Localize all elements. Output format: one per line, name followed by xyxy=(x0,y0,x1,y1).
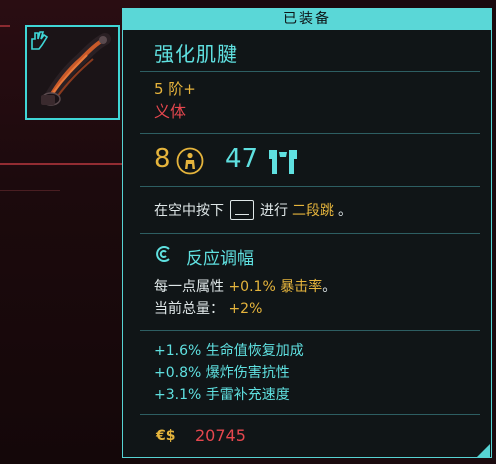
panel-corner-decoration xyxy=(476,444,490,458)
attribute-requirement-value: 8 xyxy=(154,144,171,174)
ability-description: 在空中按下 进行 二段跳。 xyxy=(154,200,352,220)
item-tier: 5 阶+ xyxy=(154,80,196,98)
divider xyxy=(140,330,480,331)
ability-highlight: 二段跳 xyxy=(292,203,334,219)
item-thumbnail[interactable] xyxy=(25,25,120,120)
divider xyxy=(140,414,480,415)
item-name: 强化肌腱 xyxy=(154,42,238,66)
capacity-value: 47 xyxy=(225,144,259,174)
ability-text: 。 xyxy=(338,203,352,219)
eurodollar-icon: €$ xyxy=(156,428,176,444)
body-attribute-icon xyxy=(176,147,204,175)
hand-slot-icon xyxy=(31,31,49,50)
stat-bonus: +0.8% 爆炸伤害抗性 xyxy=(154,365,290,381)
equipped-status-tab: 已装备 xyxy=(122,8,492,30)
divider xyxy=(140,186,480,187)
cyberware-capacity-icon xyxy=(269,150,297,174)
mod-text: 。 xyxy=(322,279,337,295)
background-accent-line xyxy=(0,25,10,27)
divider xyxy=(140,233,480,234)
mod-slot-icon xyxy=(156,246,170,262)
mod-text: 当前总量： xyxy=(154,301,224,317)
mod-value: +2% xyxy=(228,301,263,317)
ability-text: 进行 xyxy=(260,203,288,219)
stat-bonus: +1.6% 生命值恢复加成 xyxy=(154,343,304,359)
divider xyxy=(140,71,480,72)
background-accent-line xyxy=(0,163,122,165)
spacebar-key-icon xyxy=(230,200,254,220)
background-accent-line xyxy=(0,190,60,191)
item-category: 义体 xyxy=(154,102,187,121)
item-price: 20745 xyxy=(195,426,246,445)
mod-total-line: 当前总量： +2% xyxy=(154,298,262,318)
mod-effect-line: 每一点属性 +0.1% 暴击率。 xyxy=(154,276,336,296)
ability-text: 在空中按下 xyxy=(154,203,224,219)
mod-stat: 暴击率 xyxy=(280,279,323,295)
mod-text: 每一点属性 xyxy=(154,279,224,295)
stat-bonus: +3.1% 手雷补充速度 xyxy=(154,387,290,403)
divider xyxy=(140,133,480,134)
mod-title: 反应调幅 xyxy=(186,249,254,269)
mod-value: +0.1% xyxy=(228,279,276,295)
